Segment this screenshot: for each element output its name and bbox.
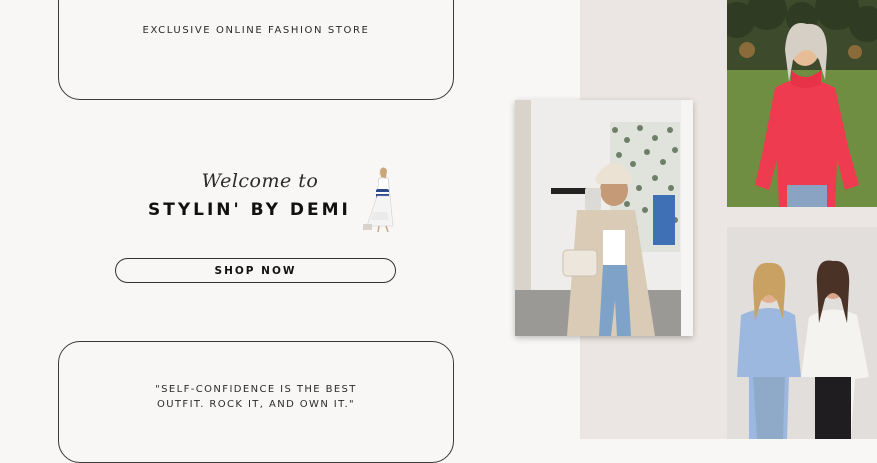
fashion-figure-icon	[363, 167, 394, 233]
quote-line-1: "SELF-CONFIDENCE IS THE BEST	[155, 384, 357, 395]
red-sweater-photo[interactable]	[727, 0, 877, 207]
store-tagline: EXCLUSIVE ONLINE FASHION STORE	[142, 25, 370, 36]
quote-text: "SELF-CONFIDENCE IS THE BEST OUTFIT. ROC…	[119, 382, 393, 412]
welcome-script: Welcome to	[201, 170, 319, 192]
quote-card: "SELF-CONFIDENCE IS THE BEST OUTFIT. ROC…	[58, 341, 454, 463]
mirror-selfie-photo[interactable]	[515, 100, 693, 336]
quote-line-2: OUTFIT. ROCK IT, AND OWN IT."	[156, 399, 356, 410]
shop-now-button[interactable]: SHOP NOW	[115, 258, 396, 283]
brand-logo-text: STYLIN' BY DEMI	[148, 200, 351, 220]
two-friends-photo[interactable]	[727, 227, 877, 439]
tagline-card: EXCLUSIVE ONLINE FASHION STORE	[58, 0, 454, 100]
